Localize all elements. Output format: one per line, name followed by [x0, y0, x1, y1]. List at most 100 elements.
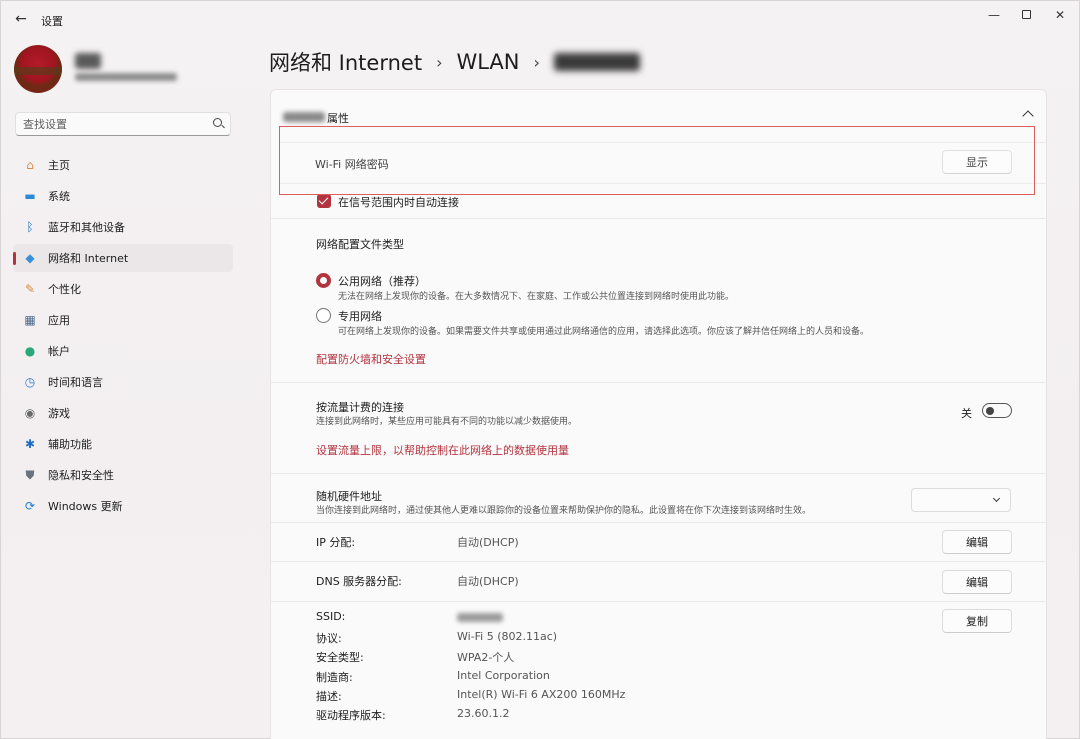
private-network-label: 专用网络	[338, 310, 382, 323]
sidebar-item-label: 主页	[48, 159, 70, 172]
app-title: 设置	[41, 15, 63, 28]
title-bar: ← 设置 — ✕	[1, 1, 1079, 37]
sidebar-item-label: 帐户	[48, 345, 70, 358]
description-label: 描述:	[316, 690, 342, 703]
edit-dns-button[interactable]: 编辑	[942, 570, 1012, 594]
sidebar-item-label: 个性化	[48, 283, 81, 296]
random-mac-desc: 当你连接到此网络时，通过使其他人更难以跟踪你的设备位置来帮助保护你的隐私。此设置…	[316, 506, 812, 516]
sidebar-item-label: 隐私和安全性	[48, 469, 114, 482]
manufacturer-label: 制造商:	[316, 671, 353, 684]
breadcrumb-chevron-icon: ›	[533, 52, 540, 72]
user-name-redacted	[75, 53, 101, 69]
security-type-label: 安全类型:	[316, 651, 364, 664]
sidebar-item-label: 应用	[48, 314, 70, 327]
sidebar-item-label: 网络和 Internet	[48, 252, 129, 265]
data-limit-link[interactable]: 设置流量上限，以帮助控制在此网络上的数据使用量	[316, 442, 569, 458]
metered-connection-desc: 连接到此网络时，某些应用可能具有不同的功能以减少数据使用。	[316, 417, 578, 427]
ip-assignment-value: 自动(DHCP)	[457, 536, 519, 549]
breadcrumb-wlan[interactable]: WLAN	[456, 50, 519, 74]
sidebar-nav: ⌂ 主页 ▬ 系统 ᛒ 蓝牙和其他设备 ◆ 网络和 Internet ✎ 个性化 ▦ 应用 ● 帐户 ◷ 时间…	[13, 151, 233, 523]
dns-assignment-value: 自动(DHCP)	[457, 575, 519, 588]
metered-toggle[interactable]	[982, 403, 1012, 418]
private-network-desc: 可在网络上发现你的设备。如果需要文件共享或使用通过此网络通信的应用，请选择此选项…	[338, 327, 870, 337]
search-icon[interactable]	[213, 118, 222, 127]
breadcrumb-network-name-redacted	[553, 53, 640, 71]
shield-icon: ⛊	[25, 468, 35, 482]
sidebar-item-10[interactable]: ⛊ 隐私和安全性	[13, 461, 233, 489]
chevron-down-icon	[992, 494, 1001, 503]
breadcrumb-network[interactable]: 网络和 Internet	[269, 47, 422, 77]
apps-icon: ▦	[24, 313, 36, 327]
close-icon: ✕	[1054, 8, 1066, 22]
sidebar-item-6[interactable]: ● 帐户	[13, 337, 233, 365]
minimize-icon: —	[988, 8, 1000, 22]
auto-connect-checkbox[interactable]	[317, 194, 331, 208]
system-icon: ▬	[24, 189, 36, 203]
sidebar-item-label: 蓝牙和其他设备	[48, 221, 125, 234]
sidebar-item-5[interactable]: ▦ 应用	[13, 306, 233, 334]
divider	[271, 522, 1046, 523]
metered-state-label: 关	[961, 407, 972, 420]
sidebar-item-label: 系统	[48, 190, 70, 203]
manufacturer-value: Intel Corporation	[457, 669, 550, 682]
globe-clock-icon: ◷	[24, 375, 36, 389]
settings-window: ← 设置 — ✕ ⌂ 主页 ▬ 系统 ᛒ 蓝牙和其他设备 ◆ 网络和 Internet ✎ 个性化…	[0, 0, 1080, 739]
profile-type-heading: 网络配置文件类型	[316, 238, 404, 251]
back-arrow-icon: ←	[15, 11, 27, 27]
sidebar-item-label: 时间和语言	[48, 376, 103, 389]
metered-connection-label: 按流量计费的连接	[316, 401, 404, 414]
sidebar-item-3[interactable]: ◆ 网络和 Internet	[13, 244, 233, 272]
update-icon: ⟳	[24, 499, 36, 513]
wifi-icon: ◆	[25, 251, 35, 265]
sidebar-item-8[interactable]: ◉ 游戏	[13, 399, 233, 427]
description-value: Intel(R) Wi-Fi 6 AX200 160MHz	[457, 688, 626, 701]
sidebar-item-2[interactable]: ᛒ 蓝牙和其他设备	[13, 213, 233, 241]
copy-properties-button[interactable]: 复制	[942, 609, 1012, 633]
auto-connect-label: 在信号范围内时自动连接	[338, 196, 459, 209]
sidebar-item-4[interactable]: ✎ 个性化	[13, 275, 233, 303]
accessibility-icon: ✱	[24, 437, 36, 451]
divider	[271, 473, 1046, 474]
avatar[interactable]	[14, 45, 62, 93]
close-button[interactable]: ✕	[1047, 7, 1073, 23]
search-input[interactable]	[16, 113, 196, 136]
sidebar-item-9[interactable]: ✱ 辅助功能	[13, 430, 233, 458]
account-icon: ●	[24, 344, 36, 358]
random-mac-label: 随机硬件地址	[316, 490, 382, 503]
sidebar-item-7[interactable]: ◷ 时间和语言	[13, 368, 233, 396]
random-mac-dropdown[interactable]	[911, 488, 1011, 512]
user-email-redacted	[75, 73, 177, 81]
public-network-radio[interactable]	[316, 273, 331, 288]
minimize-button[interactable]: —	[981, 7, 1007, 23]
properties-title: 属性	[327, 112, 349, 125]
divider	[271, 561, 1046, 562]
sidebar-item-label: Windows 更新	[48, 500, 123, 513]
home-icon: ⌂	[26, 158, 34, 172]
divider	[271, 218, 1046, 219]
maximize-icon	[1021, 10, 1031, 19]
search-box	[15, 112, 231, 136]
gamepad-icon: ◉	[24, 406, 36, 420]
security-type-value: WPA2-个人	[457, 651, 515, 664]
ssid-label: SSID:	[316, 610, 346, 623]
driver-version-label: 驱动程序版本:	[316, 709, 386, 722]
bluetooth-icon: ᛒ	[26, 220, 34, 234]
brush-icon: ✎	[24, 282, 36, 296]
maximize-button[interactable]	[1013, 7, 1039, 23]
sidebar-item-label: 辅助功能	[48, 438, 92, 451]
ip-assignment-label: IP 分配:	[316, 536, 356, 549]
ssid-value-redacted	[457, 613, 503, 622]
divider	[271, 601, 1046, 602]
sidebar-item-11[interactable]: ⟳ Windows 更新	[13, 492, 233, 520]
sidebar-item-0[interactable]: ⌂ 主页	[13, 151, 233, 179]
firewall-settings-link[interactable]: 配置防火墙和安全设置	[316, 351, 426, 367]
chevron-up-icon[interactable]	[1022, 110, 1034, 122]
divider	[271, 382, 1046, 383]
edit-ip-button[interactable]: 编辑	[942, 530, 1012, 554]
private-network-radio[interactable]	[316, 308, 331, 323]
sidebar-item-1[interactable]: ▬ 系统	[13, 182, 233, 210]
sidebar-item-label: 游戏	[48, 407, 70, 420]
back-button[interactable]: ←	[11, 9, 31, 29]
public-network-label: 公用网络（推荐）	[338, 275, 426, 288]
driver-version-value: 23.60.1.2	[457, 707, 510, 720]
